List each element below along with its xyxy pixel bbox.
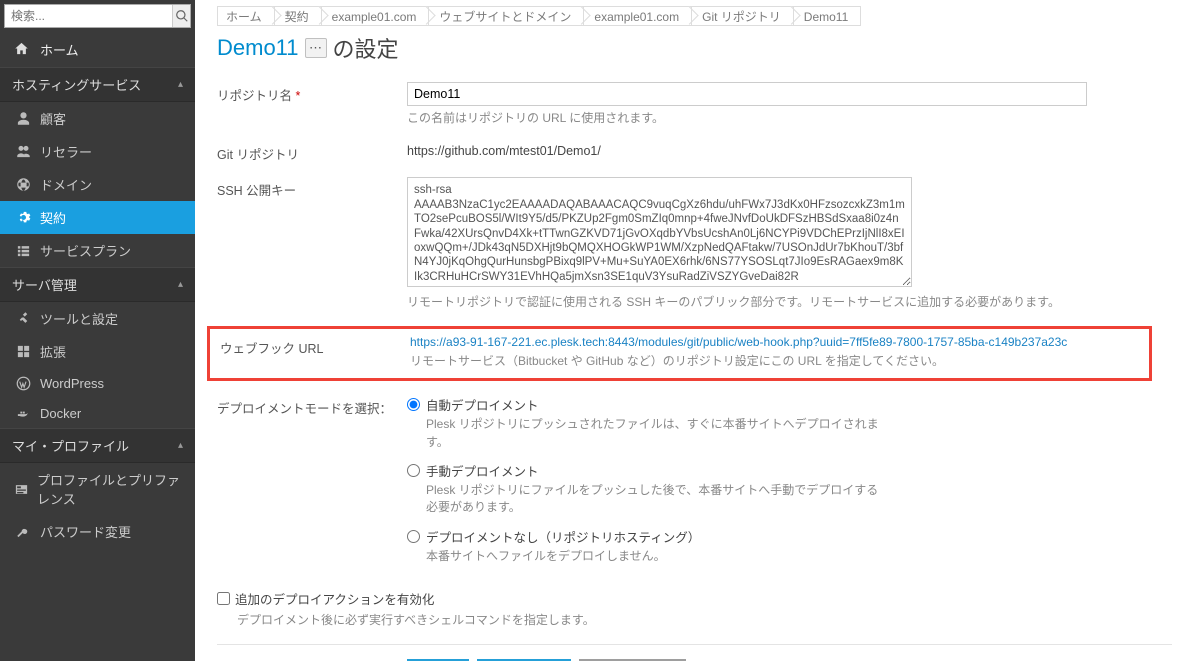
sidebar-section-hosting[interactable]: ホスティングサービス▴ [0, 67, 195, 102]
main-content: ホーム 契約 example01.com ウェブサイトとドメイン example… [195, 0, 1188, 661]
sidebar-item-label: 契約 [40, 208, 66, 227]
ssh-key-label: SSH 公開キー [217, 177, 407, 199]
chevron-up-icon: ▴ [178, 279, 183, 290]
extra-actions-desc: デプロイメント後に必ず実行すべきシェルコマンドを指定します。 [237, 611, 1172, 628]
deploy-none-label: デプロイメントなし（リポジトリホスティング） [426, 527, 700, 546]
sidebar-item-password[interactable]: パスワード変更 [0, 515, 195, 548]
sidebar-item-label: パスワード変更 [40, 522, 131, 541]
git-repo-value: https://github.com/mtest01/Demo1/ [407, 141, 1087, 158]
grid-icon [14, 344, 32, 360]
webhook-label: ウェブフック URL [220, 335, 410, 357]
deploy-manual-desc: Plesk リポジトリにファイルをプッシュした後で、本番サイトへ手動でデプロイす… [426, 482, 887, 517]
sidebar-item-label: Docker [40, 406, 81, 421]
title-name: Demo11 [217, 35, 299, 61]
extra-actions-checkbox[interactable] [217, 592, 230, 605]
breadcrumb-item[interactable]: Git リポジトリ [691, 6, 793, 26]
breadcrumb-item[interactable]: Demo11 [793, 6, 861, 26]
sidebar-item-customers[interactable]: 顧客 [0, 102, 195, 135]
home-icon [14, 41, 32, 59]
git-repo-label: Git リポジトリ [217, 141, 407, 163]
sidebar-section-server[interactable]: サーバ管理▴ [0, 267, 195, 302]
sidebar: ホーム ホスティングサービス▴ 顧客 リセラー ドメイン 契約 サービスプラン … [0, 0, 195, 661]
repo-name-help: この名前はリポジトリの URL に使用されます。 [407, 110, 1087, 127]
docker-icon [14, 405, 32, 421]
key-icon [14, 524, 32, 540]
webhook-highlight: ウェブフック URL https://a93-91-167-221.ec.ple… [207, 326, 1152, 381]
tools-icon [14, 311, 32, 327]
deploy-mode-label: デプロイメントモードを選択： [217, 395, 407, 417]
page-title: Demo11 ⋯ の設定 [217, 32, 1172, 64]
search-input[interactable] [5, 6, 172, 26]
sidebar-item-docker[interactable]: Docker [0, 398, 195, 428]
sidebar-item-label: ツールと設定 [40, 309, 118, 328]
more-actions-button[interactable]: ⋯ [305, 38, 327, 58]
sidebar-item-domains[interactable]: ドメイン [0, 168, 195, 201]
sidebar-item-label: 顧客 [40, 109, 66, 128]
sidebar-item-plans[interactable]: サービスプラン [0, 234, 195, 267]
webhook-url[interactable]: https://a93-91-167-221.ec.plesk.tech:844… [410, 335, 1090, 349]
repo-name-input[interactable] [407, 82, 1087, 106]
sidebar-item-contracts[interactable]: 契約 [0, 201, 195, 234]
webhook-help: リモートサービス（Bitbucket や GitHub など）のリポジトリ設定に… [410, 353, 1090, 370]
deploy-auto-desc: Plesk リポジトリにプッシュされたファイルは、すぐに本番サイトへデプロイされ… [426, 416, 887, 451]
chevron-up-icon: ▴ [178, 440, 183, 451]
sidebar-item-profile-pref[interactable]: プロファイルとプリファレンス [0, 463, 195, 515]
deploy-auto-radio[interactable] [407, 398, 420, 411]
breadcrumb-item[interactable]: ホーム [217, 6, 274, 26]
ssh-key-textarea[interactable]: ssh-rsa AAAAB3NzaC1yc2EAAAADAQABAAACAQC9… [407, 177, 912, 287]
sidebar-item-label: 拡張 [40, 342, 66, 361]
sidebar-item-label: ドメイン [40, 175, 92, 194]
sidebar-item-label: WordPress [40, 376, 104, 391]
breadcrumb: ホーム 契約 example01.com ウェブサイトとドメイン example… [217, 6, 1172, 26]
user-icon [14, 111, 32, 127]
wordpress-icon [14, 375, 32, 391]
breadcrumb-item[interactable]: 契約 [274, 6, 321, 26]
sidebar-section-profile[interactable]: マイ・プロファイル▴ [0, 428, 195, 463]
deploy-none-desc: 本番サイトへファイルをデプロイしません。 [426, 548, 700, 565]
users-icon [14, 144, 32, 160]
deploy-manual-radio[interactable] [407, 464, 420, 477]
list-icon [14, 243, 32, 259]
card-icon [14, 481, 29, 497]
sidebar-item-label: リセラー [40, 142, 92, 161]
deploy-manual-label: 手動デプロイメント [426, 461, 887, 480]
search-box[interactable] [4, 4, 191, 28]
breadcrumb-item[interactable]: example01.com [583, 6, 691, 26]
extra-actions-text: 追加のデプロイアクションを有効化 [235, 589, 434, 608]
search-icon[interactable] [172, 5, 190, 27]
title-suffix: の設定 [333, 32, 399, 64]
sidebar-home[interactable]: ホーム [0, 32, 195, 67]
repo-name-label: リポジトリ名 * [217, 82, 407, 104]
ssh-key-help: リモートリポジトリで認証に使用される SSH キーのパブリック部分です。リモート… [407, 294, 1087, 311]
globe-icon [14, 177, 32, 193]
breadcrumb-item[interactable]: ウェブサイトとドメイン [428, 6, 583, 26]
sidebar-home-label: ホーム [40, 40, 79, 59]
deploy-none-radio[interactable] [407, 530, 420, 543]
sidebar-item-resellers[interactable]: リセラー [0, 135, 195, 168]
gear-icon [14, 210, 32, 226]
chevron-up-icon: ▴ [178, 79, 183, 90]
sidebar-item-extensions[interactable]: 拡張 [0, 335, 195, 368]
sidebar-item-label: プロファイルとプリファレンス [37, 470, 183, 508]
sidebar-item-label: サービスプラン [40, 241, 131, 260]
sidebar-item-wordpress[interactable]: WordPress [0, 368, 195, 398]
extra-actions-checkbox-label[interactable]: 追加のデプロイアクションを有効化 [217, 589, 1172, 608]
breadcrumb-item[interactable]: example01.com [321, 6, 429, 26]
divider [217, 644, 1172, 645]
sidebar-item-tools[interactable]: ツールと設定 [0, 302, 195, 335]
deploy-auto-label: 自動デプロイメント [426, 395, 887, 414]
